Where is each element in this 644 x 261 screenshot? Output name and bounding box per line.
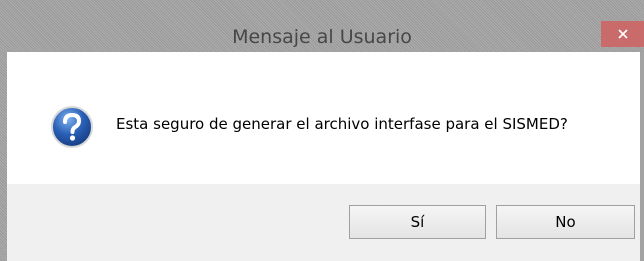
- message-dialog: Mensaje al Usuario Esta seguro de genera…: [0, 0, 644, 261]
- window-border-right: [640, 52, 644, 261]
- question-icon: [51, 106, 93, 148]
- title-bar[interactable]: Mensaje al Usuario: [0, 0, 644, 52]
- close-button[interactable]: [601, 21, 644, 47]
- yes-button[interactable]: Sí: [349, 205, 486, 239]
- window-title: Mensaje al Usuario: [232, 26, 412, 48]
- window-border-left: [0, 52, 7, 261]
- button-area: Sí No: [7, 184, 640, 261]
- message-area: Esta seguro de generar el archivo interf…: [7, 52, 640, 184]
- close-icon: [617, 29, 628, 39]
- message-text: Esta seguro de generar el archivo interf…: [116, 115, 568, 133]
- no-button[interactable]: No: [496, 205, 635, 239]
